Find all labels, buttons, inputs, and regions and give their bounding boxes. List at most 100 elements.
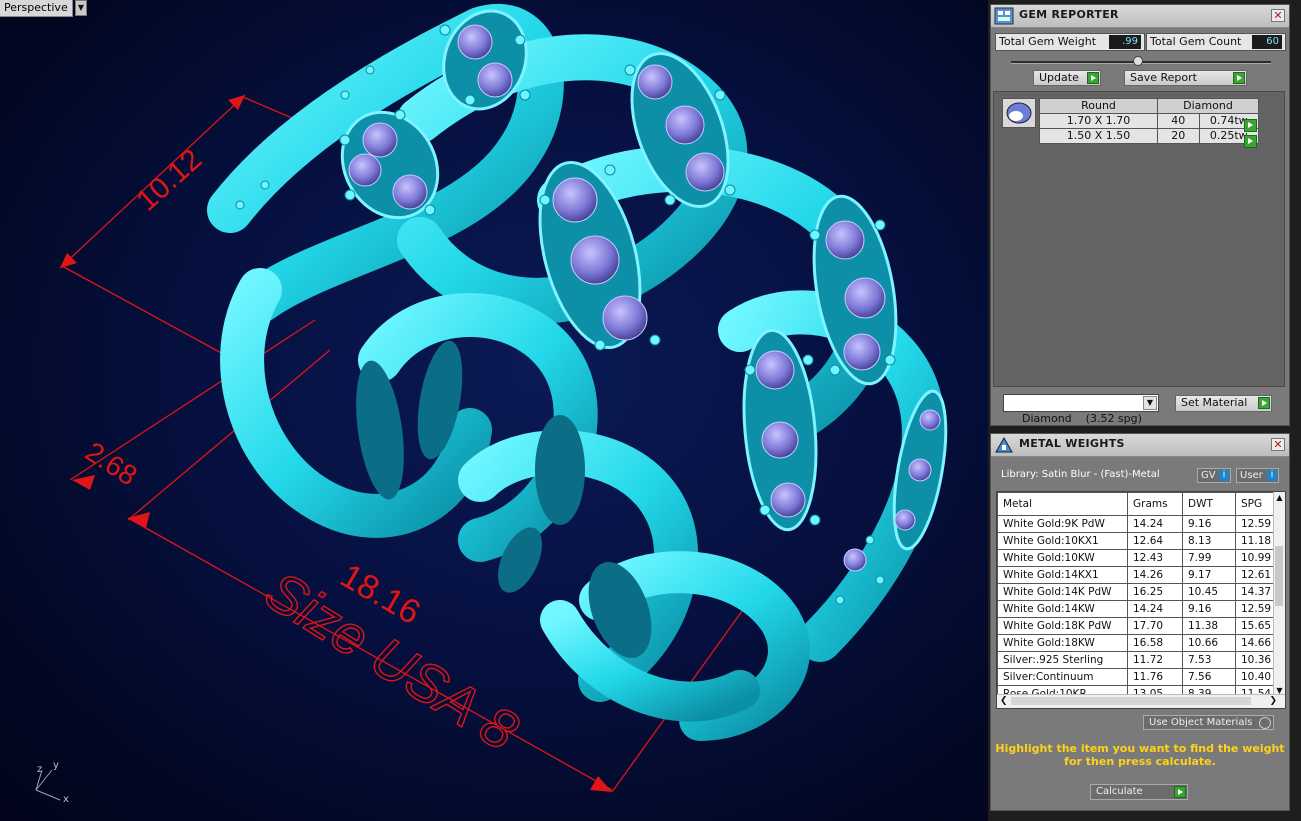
col-metal[interactable]: Metal [997,492,1128,516]
gem-count: 40 [1157,113,1200,129]
ring-model-render[interactable]: 10.12 2.68 18.16 Size USA 8 z y x [0,0,988,821]
grams: 12.64 [1127,532,1183,550]
dwt: 7.99 [1182,549,1236,567]
spg: 12.59 [1235,600,1276,618]
total-gem-count-value: 60 [1252,35,1282,49]
total-gem-count-label: Total Gem Count [1150,35,1242,48]
gem-count: 20 [1157,128,1200,144]
table-row[interactable]: White Gold:18K PdW 17.70 11.38 15.65 [997,617,1276,635]
close-icon[interactable]: ✕ [1271,9,1285,22]
user-toggle[interactable]: User i [1236,468,1279,483]
row-2-go-button[interactable] [1244,135,1257,148]
update-button-label: Update [1039,71,1079,84]
gem-reporter-title: GEM REPORTER [1019,8,1119,21]
gem-reporter-icon [994,7,1014,25]
table-row[interactable]: White Gold:10KX1 12.64 8.13 11.18 [997,532,1276,550]
use-object-materials-toggle[interactable]: Use Object Materials [1143,715,1274,730]
total-gem-count-field: Total Gem Count 60 [1146,33,1286,51]
play-icon [1258,397,1270,409]
close-icon[interactable]: ✕ [1271,438,1285,451]
dwt: 8.13 [1182,532,1236,550]
info-icon: i [1267,470,1277,481]
total-gem-weight-value: .99 [1109,35,1141,49]
table-row[interactable]: 1.50 X 1.50 20 0.25tw [1039,128,1260,144]
table-row[interactable]: Silver:.925 Sterling 11.72 7.53 10.36 [997,651,1276,669]
gv-label: GV [1201,470,1216,481]
perspective-viewport[interactable]: 10.12 2.68 18.16 Size USA 8 z y x Perspe… [0,0,988,821]
table-row[interactable]: Silver:Continuum 11.76 7.56 10.40 [997,668,1276,686]
dwt: 9.17 [1182,566,1236,584]
gem-list-area: Round Diamond 1.70 X 1.70 40 0.74tw 1.50… [993,91,1285,387]
metal-weights-titlebar[interactable]: METAL WEIGHTS ✕ [991,434,1289,457]
gem-col-material: Diamond [1157,98,1259,114]
instruction-line-2: for then press calculate. [1064,755,1216,768]
viewport-label[interactable]: Perspective [0,0,73,17]
metal-name: White Gold:18KW [997,634,1128,652]
spg: 14.37 [1235,583,1276,601]
dwt: 10.45 [1182,583,1236,601]
gem-size: 1.50 X 1.50 [1039,128,1158,144]
grams: 11.76 [1127,668,1183,686]
gem-reporter-titlebar[interactable]: GEM REPORTER ✕ [991,5,1289,28]
viewport-menu-dropdown[interactable]: ▼ [75,0,87,16]
dwt: 10.66 [1182,634,1236,652]
save-report-button[interactable]: Save Report [1124,70,1247,86]
table-row[interactable]: White Gold:9K PdW 14.24 9.16 12.59 [997,515,1276,533]
chevron-down-icon: ▼ [1143,396,1157,410]
dwt: 7.56 [1182,668,1236,686]
gem-shape-thumbnail[interactable] [1002,98,1036,128]
set-material-button[interactable]: Set Material [1175,395,1272,412]
metal-name: White Gold:14KX1 [997,566,1128,584]
axis-x-label: x [63,794,69,805]
calculate-label: Calculate [1096,786,1143,797]
table-row[interactable]: White Gold:18KW 16.58 10.66 14.66 [997,634,1276,652]
spg: 10.36 [1235,651,1276,669]
play-icon [1174,786,1186,798]
row-1-go-button[interactable] [1244,119,1257,132]
gem-size: 1.70 X 1.70 [1039,113,1158,129]
col-spg[interactable]: SPG [1235,492,1276,516]
material-select[interactable]: Diamond (3.52 spg) ▼ [1003,394,1159,425]
chevron-down-icon: ▼ [77,3,85,12]
grams: 16.25 [1127,583,1183,601]
gv-toggle[interactable]: GV i [1197,468,1231,483]
vertical-scrollbar[interactable]: ▲ ▼ [1273,492,1285,696]
table-row[interactable]: White Gold:10KW 12.43 7.99 10.99 [997,549,1276,567]
metal-name: White Gold:10KW [997,549,1128,567]
instruction-line-1: Highlight the item you want to find the … [995,742,1285,755]
spg: 15.65 [1235,617,1276,635]
grams: 12.43 [1127,549,1183,567]
set-material-label: Set Material [1181,396,1248,409]
save-report-button-label: Save Report [1130,71,1197,84]
gem-reporter-panel: GEM REPORTER ✕ Total Gem Weight .99 Tota… [990,4,1290,426]
spg: 12.61 [1235,566,1276,584]
play-icon [1233,72,1245,84]
metal-name: White Gold:14KW [997,600,1128,618]
update-button[interactable]: Update [1033,70,1101,86]
table-row[interactable]: White Gold:14K PdW 16.25 10.45 14.37 [997,583,1276,601]
dwt: 9.16 [1182,600,1236,618]
grams: 14.24 [1127,600,1183,618]
scroll-right-icon[interactable]: ❯ [1269,695,1277,708]
table-row[interactable]: White Gold:14KX1 14.26 9.17 12.61 [997,566,1276,584]
spg: 12.59 [1235,515,1276,533]
calculate-button[interactable]: Calculate [1090,784,1188,800]
gem-slider-handle[interactable] [1133,56,1143,66]
grams: 16.58 [1127,634,1183,652]
metal-table: Metal Grams DWT SPG White Gold:9K PdW 14.… [997,492,1276,703]
axis-z-label: z [37,764,42,775]
metal-name: Silver:.925 Sterling [997,651,1128,669]
scrollbar-thumb[interactable] [1011,697,1251,705]
horizontal-scrollbar[interactable]: ❮ ❯ [997,694,1285,708]
scroll-up-icon[interactable]: ▲ [1274,492,1285,503]
user-label: User [1240,470,1263,481]
col-grams[interactable]: Grams [1127,492,1183,516]
scrollbar-thumb[interactable] [1275,546,1283,606]
table-row[interactable]: White Gold:14KW 14.24 9.16 12.59 [997,600,1276,618]
library-label: Library: Satin Blur - (Fast)-Metal [1001,469,1160,480]
scroll-left-icon[interactable]: ❮ [1000,695,1008,708]
metal-name: White Gold:14K PdW [997,583,1128,601]
col-dwt[interactable]: DWT [1182,492,1236,516]
gem-table: Round Diamond 1.70 X 1.70 40 0.74tw 1.50… [1039,98,1260,144]
table-row[interactable]: 1.70 X 1.70 40 0.74tw [1039,113,1260,129]
